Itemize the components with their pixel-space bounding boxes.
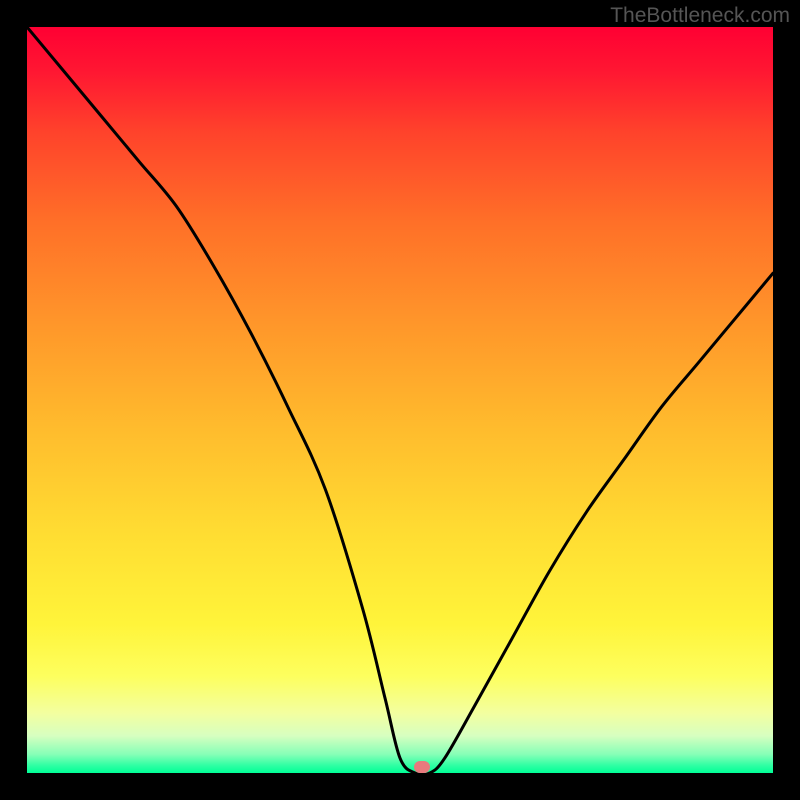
watermark-text: TheBottleneck.com: [610, 4, 790, 28]
bottleneck-curve: [27, 27, 773, 773]
chart-plot-area: [27, 27, 773, 773]
optimal-point-marker: [414, 761, 430, 773]
